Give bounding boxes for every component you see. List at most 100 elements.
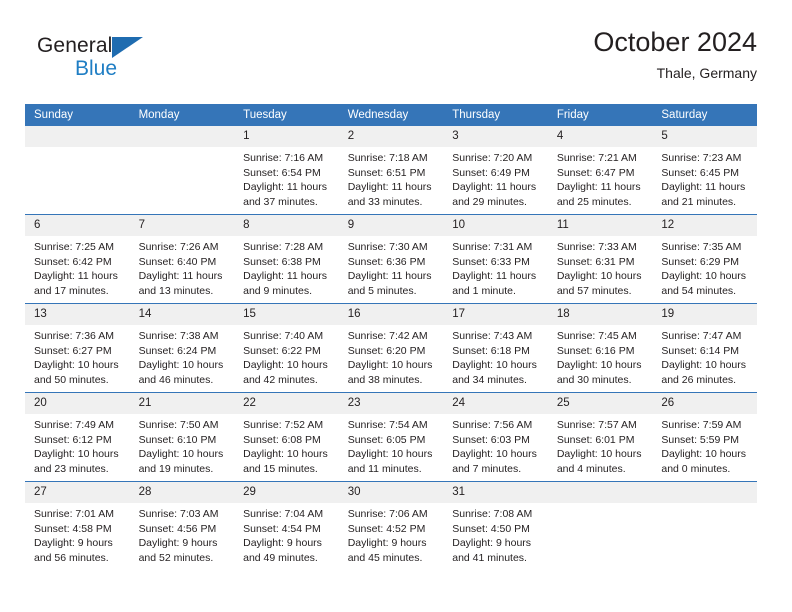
sunset-text: Sunset: 4:52 PM	[347, 522, 426, 535]
calendar-day-cell[interactable]: 26 Sunrise: 7:59 AM Sunset: 5:59 PM Dayligh…	[652, 392, 757, 482]
day-sun-info: Sunrise: 7:45 AM Sunset: 6:16 PM Daylight:…	[548, 325, 653, 387]
sunset-text: Sunset: 6:12 PM	[34, 433, 112, 446]
weekday-header-sunday: Sunday	[25, 104, 130, 126]
daylight-text: Daylight: 11 hours and 29 minutes.	[452, 181, 537, 208]
brand-name-general: General	[37, 34, 113, 57]
day-sun-info: Sunrise: 7:38 AM Sunset: 6:24 PM Daylight:…	[130, 325, 235, 387]
day-number: 27	[25, 482, 130, 503]
sunrise-text: Sunrise: 7:08 AM	[452, 508, 533, 520]
calendar-week-row: 13 Sunrise: 7:36 AM Sunset: 6:27 PM Dayligh…	[25, 303, 757, 393]
calendar-day-cell[interactable]: 29 Sunrise: 7:04 AM Sunset: 4:54 PM Dayligh…	[234, 481, 339, 570]
day-sun-info: Sunrise: 7:01 AM Sunset: 4:58 PM Daylight:…	[25, 503, 130, 565]
daylight-text: Daylight: 11 hours and 21 minutes.	[661, 181, 746, 208]
calendar-day-cell[interactable]: 15 Sunrise: 7:40 AM Sunset: 6:22 PM Dayligh…	[234, 303, 339, 393]
sunset-text: Sunset: 6:54 PM	[243, 166, 321, 179]
calendar-day-cell[interactable]: 2 Sunrise: 7:18 AM Sunset: 6:51 PM Daylight…	[338, 126, 444, 215]
calendar-day-cell[interactable]: 27 Sunrise: 7:01 AM Sunset: 4:58 PM Dayligh…	[25, 481, 130, 570]
day-number: 19	[652, 304, 757, 325]
daylight-text: Daylight: 9 hours and 56 minutes.	[34, 537, 113, 564]
calendar-day-cell[interactable]: 23 Sunrise: 7:54 AM Sunset: 6:05 PM Dayligh…	[338, 392, 444, 482]
day-number: 6	[25, 215, 130, 236]
calendar-day-cell[interactable]: 5 Sunrise: 7:23 AM Sunset: 6:45 PM Daylight…	[652, 126, 757, 215]
sunrise-text: Sunrise: 7:01 AM	[34, 508, 114, 520]
sunrise-text: Sunrise: 7:31 AM	[452, 241, 533, 253]
day-sun-info: Sunrise: 7:36 AM Sunset: 6:27 PM Daylight:…	[25, 325, 130, 387]
calendar-day-cell[interactable]: 3 Sunrise: 7:20 AM Sunset: 6:49 PM Daylight…	[443, 126, 548, 215]
calendar-day-cell[interactable]: 9 Sunrise: 7:30 AM Sunset: 6:36 PM Daylight…	[338, 214, 444, 304]
weekday-header-saturday: Saturday	[652, 104, 757, 126]
sunrise-text: Sunrise: 7:28 AM	[243, 241, 324, 253]
sunrise-text: Sunrise: 7:38 AM	[138, 330, 219, 342]
day-sun-info: Sunrise: 7:16 AM Sunset: 6:54 PM Daylight:…	[234, 147, 339, 209]
calendar-day-cell[interactable]: 31 Sunrise: 7:08 AM Sunset: 4:50 PM Dayligh…	[443, 481, 548, 570]
calendar-day-cell[interactable]: 8 Sunrise: 7:28 AM Sunset: 6:38 PM Daylight…	[234, 214, 339, 304]
calendar-day-cell[interactable]: 18 Sunrise: 7:45 AM Sunset: 6:16 PM Dayligh…	[547, 303, 653, 393]
sunset-text: Sunset: 6:16 PM	[556, 344, 635, 357]
day-number: 11	[547, 215, 653, 236]
daylight-text: Daylight: 10 hours and 15 minutes.	[243, 448, 328, 475]
sunset-text: Sunset: 6:38 PM	[243, 255, 321, 268]
calendar-day-cell[interactable]: 13 Sunrise: 7:36 AM Sunset: 6:27 PM Dayligh…	[25, 303, 130, 393]
sunset-text: Sunset: 6:33 PM	[452, 255, 530, 268]
sunrise-text: Sunrise: 7:43 AM	[452, 330, 533, 342]
calendar-day-cell[interactable]: 14 Sunrise: 7:38 AM Sunset: 6:24 PM Dayligh…	[129, 303, 235, 393]
sunrise-text: Sunrise: 7:57 AM	[556, 419, 637, 431]
calendar-empty-cell	[129, 126, 235, 215]
calendar-day-cell[interactable]: 16 Sunrise: 7:42 AM Sunset: 6:20 PM Dayligh…	[338, 303, 444, 393]
day-sun-info: Sunrise: 7:54 AM Sunset: 6:05 PM Daylight:…	[339, 414, 444, 476]
sunset-text: Sunset: 6:10 PM	[138, 433, 217, 446]
calendar-day-cell[interactable]: 12 Sunrise: 7:35 AM Sunset: 6:29 PM Dayligh…	[652, 214, 757, 304]
day-sun-info: Sunrise: 7:56 AM Sunset: 6:03 PM Daylight:…	[443, 414, 548, 476]
daylight-text: Daylight: 10 hours and 42 minutes.	[243, 359, 328, 386]
calendar-day-cell[interactable]: 28 Sunrise: 7:03 AM Sunset: 4:56 PM Dayligh…	[129, 481, 235, 570]
calendar-day-cell[interactable]: 25 Sunrise: 7:57 AM Sunset: 6:01 PM Dayligh…	[547, 392, 653, 482]
sunrise-text: Sunrise: 7:33 AM	[556, 241, 637, 253]
calendar-day-cell[interactable]: 17 Sunrise: 7:43 AM Sunset: 6:18 PM Dayligh…	[443, 303, 548, 393]
weekday-header-thursday: Thursday	[443, 104, 548, 126]
calendar-header-row: Sunday Monday Tuesday Wednesday Thursday Frid…	[25, 104, 757, 126]
sunset-text: Sunset: 4:56 PM	[138, 522, 217, 535]
calendar-day-cell[interactable]: 19 Sunrise: 7:47 AM Sunset: 6:14 PM Dayligh…	[652, 303, 757, 393]
day-number: 21	[129, 393, 235, 414]
daylight-text: Daylight: 10 hours and 4 minutes.	[556, 448, 642, 475]
daylight-text: Daylight: 10 hours and 50 minutes.	[34, 359, 119, 386]
daylight-text: Daylight: 11 hours and 9 minutes.	[243, 270, 327, 297]
daylight-text: Daylight: 9 hours and 52 minutes.	[138, 537, 218, 564]
day-sun-info: Sunrise: 7:52 AM Sunset: 6:08 PM Daylight:…	[234, 414, 339, 476]
calendar-day-cell[interactable]: 11 Sunrise: 7:33 AM Sunset: 6:31 PM Dayligh…	[547, 214, 653, 304]
calendar-day-cell[interactable]: 22 Sunrise: 7:52 AM Sunset: 6:08 PM Dayligh…	[234, 392, 339, 482]
day-sun-info: Sunrise: 7:28 AM Sunset: 6:38 PM Daylight:…	[234, 236, 339, 298]
calendar-day-cell[interactable]: 6 Sunrise: 7:25 AM Sunset: 6:42 PM Daylight…	[25, 214, 130, 304]
calendar-day-cell[interactable]: 4 Sunrise: 7:21 AM Sunset: 6:47 PM Daylight…	[547, 126, 653, 215]
sunrise-text: Sunrise: 7:06 AM	[347, 508, 428, 520]
day-number: 7	[129, 215, 235, 236]
sunrise-text: Sunrise: 7:45 AM	[556, 330, 637, 342]
sunrise-text: Sunrise: 7:42 AM	[347, 330, 428, 342]
day-number: 4	[547, 126, 653, 147]
day-number: 28	[129, 482, 235, 503]
brand-logo[interactable]: General Blue	[37, 34, 157, 90]
daylight-text: Daylight: 10 hours and 26 minutes.	[661, 359, 747, 386]
sunset-text: Sunset: 4:58 PM	[34, 522, 112, 535]
sunset-text: Sunset: 6:24 PM	[138, 344, 217, 357]
blue-triangle-icon	[112, 37, 143, 58]
sunset-text: Sunset: 6:03 PM	[452, 433, 530, 446]
calendar-day-cell[interactable]: 1 Sunrise: 7:16 AM Sunset: 6:54 PM Daylight…	[234, 126, 339, 215]
sunrise-text: Sunrise: 7:26 AM	[138, 241, 219, 253]
daylight-text: Daylight: 11 hours and 1 minute.	[452, 270, 537, 297]
daylight-text: Daylight: 11 hours and 5 minutes.	[347, 270, 432, 297]
sunset-text: Sunset: 6:47 PM	[556, 166, 635, 179]
day-sun-info: Sunrise: 7:42 AM Sunset: 6:20 PM Daylight:…	[339, 325, 444, 387]
title-block: October 2024 Thale, Germany	[593, 26, 757, 83]
sunrise-text: Sunrise: 7:03 AM	[138, 508, 219, 520]
calendar-day-cell[interactable]: 20 Sunrise: 7:49 AM Sunset: 6:12 PM Dayligh…	[25, 392, 130, 482]
calendar-day-cell[interactable]: 24 Sunrise: 7:56 AM Sunset: 6:03 PM Dayligh…	[443, 392, 548, 482]
calendar-day-cell[interactable]: 10 Sunrise: 7:31 AM Sunset: 6:33 PM Dayligh…	[443, 214, 548, 304]
calendar-empty-cell	[547, 481, 653, 570]
day-number: 3	[443, 126, 548, 147]
calendar-day-cell[interactable]: 21 Sunrise: 7:50 AM Sunset: 6:10 PM Dayligh…	[129, 392, 235, 482]
calendar-day-cell[interactable]: 30 Sunrise: 7:06 AM Sunset: 4:52 PM Dayligh…	[338, 481, 444, 570]
calendar-day-cell[interactable]: 7 Sunrise: 7:26 AM Sunset: 6:40 PM Daylight…	[129, 214, 235, 304]
sunset-text: Sunset: 4:54 PM	[243, 522, 321, 535]
day-sun-info: Sunrise: 7:03 AM Sunset: 4:56 PM Daylight:…	[130, 503, 235, 565]
